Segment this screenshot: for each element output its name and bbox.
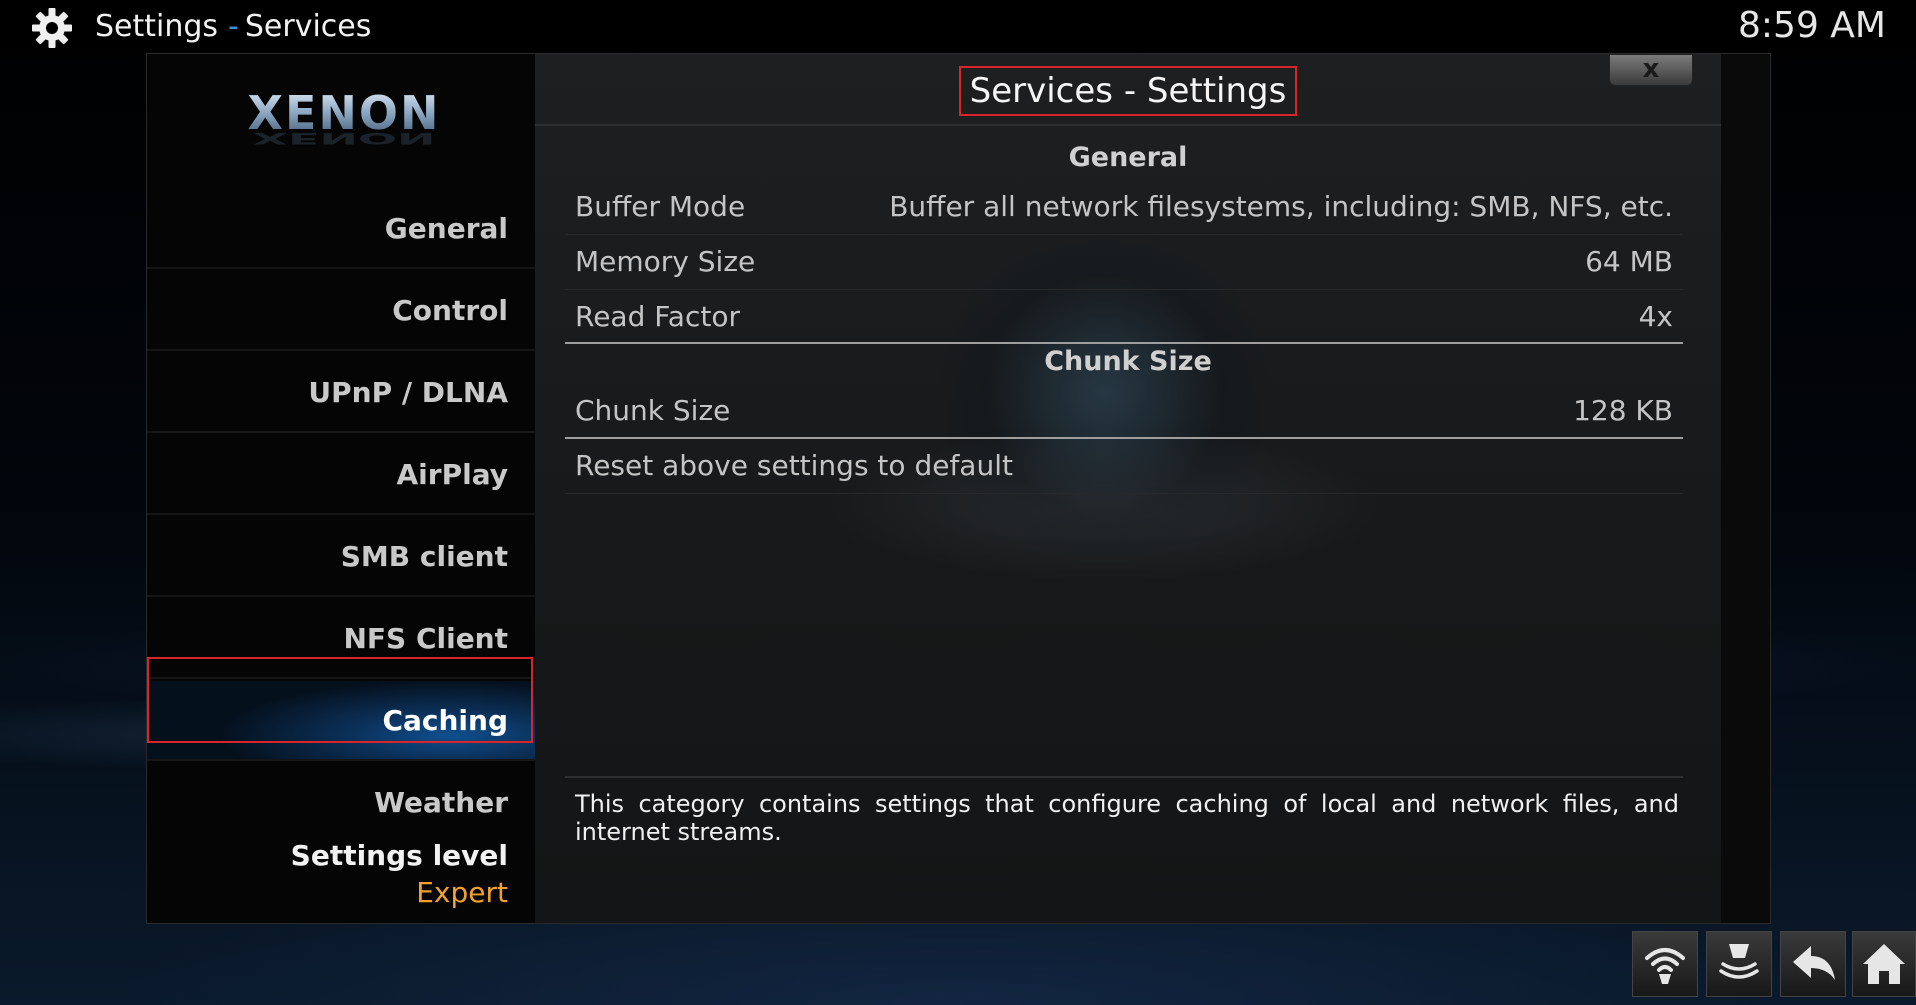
sidebar-item-airplay[interactable]: AirPlay <box>147 435 535 515</box>
setting-value: Buffer all network filesystems, includin… <box>889 190 1673 223</box>
settings-content: Services - Settings General Buffer Mode … <box>535 54 1721 923</box>
top-bar: Settings - Services 8:59 AM <box>0 0 1916 54</box>
svg-text:XENON: XENON <box>253 129 436 148</box>
category-description: This category contains settings that con… <box>575 790 1679 846</box>
eject-icon <box>1719 944 1759 979</box>
setting-row-buffer-mode[interactable]: Buffer Mode Buffer all network filesyste… <box>565 180 1683 235</box>
description-divider <box>565 776 1683 778</box>
setting-label: Memory Size <box>575 245 756 278</box>
category-sidebar: XENON XENON General Control UPnP / DLNA … <box>147 54 535 923</box>
setting-value: 128 KB <box>1573 394 1673 427</box>
breadcrumb-separator: - <box>228 9 239 44</box>
settings-level-value: Expert <box>416 876 508 909</box>
home-icon <box>1863 944 1905 984</box>
section-heading-general: General <box>1068 142 1188 173</box>
setting-value: 4x <box>1638 300 1673 333</box>
back-arrow-icon <box>1793 946 1835 980</box>
gear-icon <box>32 8 72 48</box>
setting-label: Chunk Size <box>575 394 731 427</box>
close-button[interactable]: x <box>1609 54 1693 86</box>
dialog-right-edge <box>1721 54 1770 923</box>
reset-settings-label: Reset above settings to default <box>575 449 1013 482</box>
home-button[interactable] <box>1852 931 1916 997</box>
sidebar-item-control[interactable]: Control <box>147 271 535 351</box>
setting-label: Buffer Mode <box>575 190 746 223</box>
highlight-box-caching <box>147 657 533 743</box>
setting-row-read-factor[interactable]: Read Factor 4x <box>565 290 1683 344</box>
breadcrumb-app: Settings <box>95 9 219 44</box>
setting-row-chunk-size[interactable]: Chunk Size 128 KB <box>565 384 1683 438</box>
reset-settings-button[interactable]: Reset above settings to default <box>565 439 1683 494</box>
section-heading-chunk-size: Chunk Size <box>1044 346 1212 377</box>
breadcrumb-section: Services <box>244 9 372 44</box>
eject-button[interactable] <box>1706 931 1772 997</box>
sidebar-item-upnp-dlna[interactable]: UPnP / DLNA <box>147 353 535 433</box>
settings-level[interactable]: Settings level Expert <box>147 825 535 915</box>
dialog-title-text: Services - Settings <box>969 71 1287 111</box>
section-divider <box>565 342 1683 344</box>
sidebar-item-smb-client[interactable]: SMB client <box>147 517 535 597</box>
dialog-title: Services - Settings <box>535 66 1721 116</box>
clock: 8:59 AM <box>1738 5 1886 46</box>
wifi-button[interactable] <box>1632 931 1698 997</box>
setting-value: 64 MB <box>1585 245 1673 278</box>
back-button[interactable] <box>1780 931 1846 997</box>
settings-level-label: Settings level <box>290 839 508 872</box>
setting-row-memory-size[interactable]: Memory Size 64 MB <box>565 235 1683 290</box>
title-divider <box>535 124 1721 126</box>
wifi-icon <box>1645 948 1685 984</box>
settings-dialog: XENON XENON General Control UPnP / DLNA … <box>146 53 1771 924</box>
breadcrumb: Settings - Services <box>95 9 371 44</box>
xenon-logo: XENON XENON <box>248 86 439 148</box>
sidebar-item-general[interactable]: General <box>147 189 535 269</box>
highlight-box-title: Services - Settings <box>958 66 1298 116</box>
setting-label: Read Factor <box>575 300 740 333</box>
